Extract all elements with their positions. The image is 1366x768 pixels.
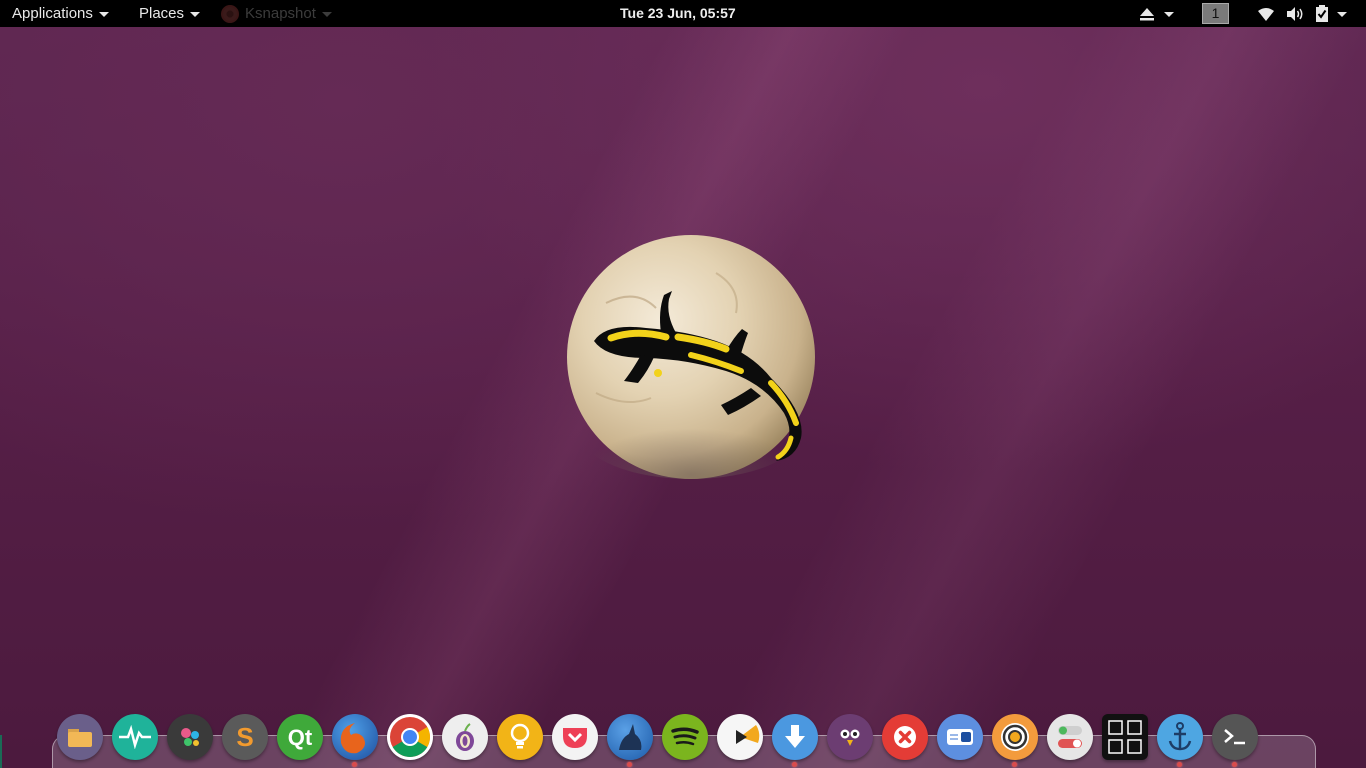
- close-x-icon[interactable]: [882, 714, 928, 760]
- applications-menu-label: Applications: [12, 5, 93, 22]
- workspace-indicator[interactable]: 1: [1202, 3, 1229, 24]
- anchor-icon[interactable]: [1157, 714, 1203, 760]
- chevron-down-icon[interactable]: [1163, 0, 1175, 27]
- battery-icon[interactable]: [1315, 0, 1329, 27]
- top-panel: Applications Places Ksnapshot Tue 23 Jun…: [0, 0, 1366, 27]
- running-indicator-firefox: [352, 762, 357, 767]
- svg-text:Qt: Qt: [288, 725, 313, 750]
- qt-creator-icon[interactable]: Qt: [277, 714, 323, 760]
- salamander-stone-logo: [567, 235, 815, 479]
- running-indicator-anchor: [1177, 762, 1182, 767]
- pocket-icon[interactable]: [552, 714, 598, 760]
- record-icon[interactable]: [992, 714, 1038, 760]
- switches-icon[interactable]: [1047, 714, 1093, 760]
- running-indicator-download: [792, 762, 797, 767]
- download-icon[interactable]: [772, 714, 818, 760]
- idea-bulb-icon[interactable]: [497, 714, 543, 760]
- eject-icon[interactable]: [1138, 0, 1156, 27]
- files-icon[interactable]: [57, 714, 103, 760]
- applications-menu[interactable]: Applications: [12, 0, 109, 27]
- running-indicator-record: [1012, 762, 1017, 767]
- chevron-down-icon: [98, 11, 109, 17]
- wifi-icon[interactable]: [1256, 0, 1276, 27]
- window-edge: [0, 735, 2, 768]
- ksnapshot-icon: [221, 4, 239, 23]
- chrome-icon[interactable]: [387, 714, 433, 760]
- settings-gears-icon[interactable]: [167, 714, 213, 760]
- running-indicator-howl: [627, 762, 632, 767]
- volume-icon[interactable]: [1285, 0, 1305, 27]
- active-app-menu[interactable]: Ksnapshot: [221, 0, 332, 27]
- terminal-icon[interactable]: [1212, 714, 1258, 760]
- tor-browser-icon[interactable]: [442, 714, 488, 760]
- bird-client-icon[interactable]: [827, 714, 873, 760]
- workspaces-grid-icon[interactable]: [1102, 714, 1148, 760]
- svg-text:S: S: [236, 722, 253, 752]
- firefox-icon[interactable]: [332, 714, 378, 760]
- toggle-app-icon[interactable]: [937, 714, 983, 760]
- places-menu[interactable]: Places: [139, 0, 201, 27]
- active-app-label: Ksnapshot: [245, 5, 316, 22]
- system-monitor-icon[interactable]: [112, 714, 158, 760]
- clock[interactable]: Tue 23 Jun, 05:57: [620, 0, 736, 27]
- running-indicator-terminal: [1232, 762, 1237, 767]
- chevron-down-icon: [190, 11, 201, 17]
- power-caret-icon[interactable]: [1336, 0, 1348, 27]
- places-menu-label: Places: [139, 5, 185, 22]
- spotify-icon[interactable]: [662, 714, 708, 760]
- chevron-down-icon: [321, 11, 332, 17]
- howl-wolf-icon[interactable]: [607, 714, 653, 760]
- sublime-text-icon[interactable]: S: [222, 714, 268, 760]
- media-player-icon[interactable]: [717, 714, 763, 760]
